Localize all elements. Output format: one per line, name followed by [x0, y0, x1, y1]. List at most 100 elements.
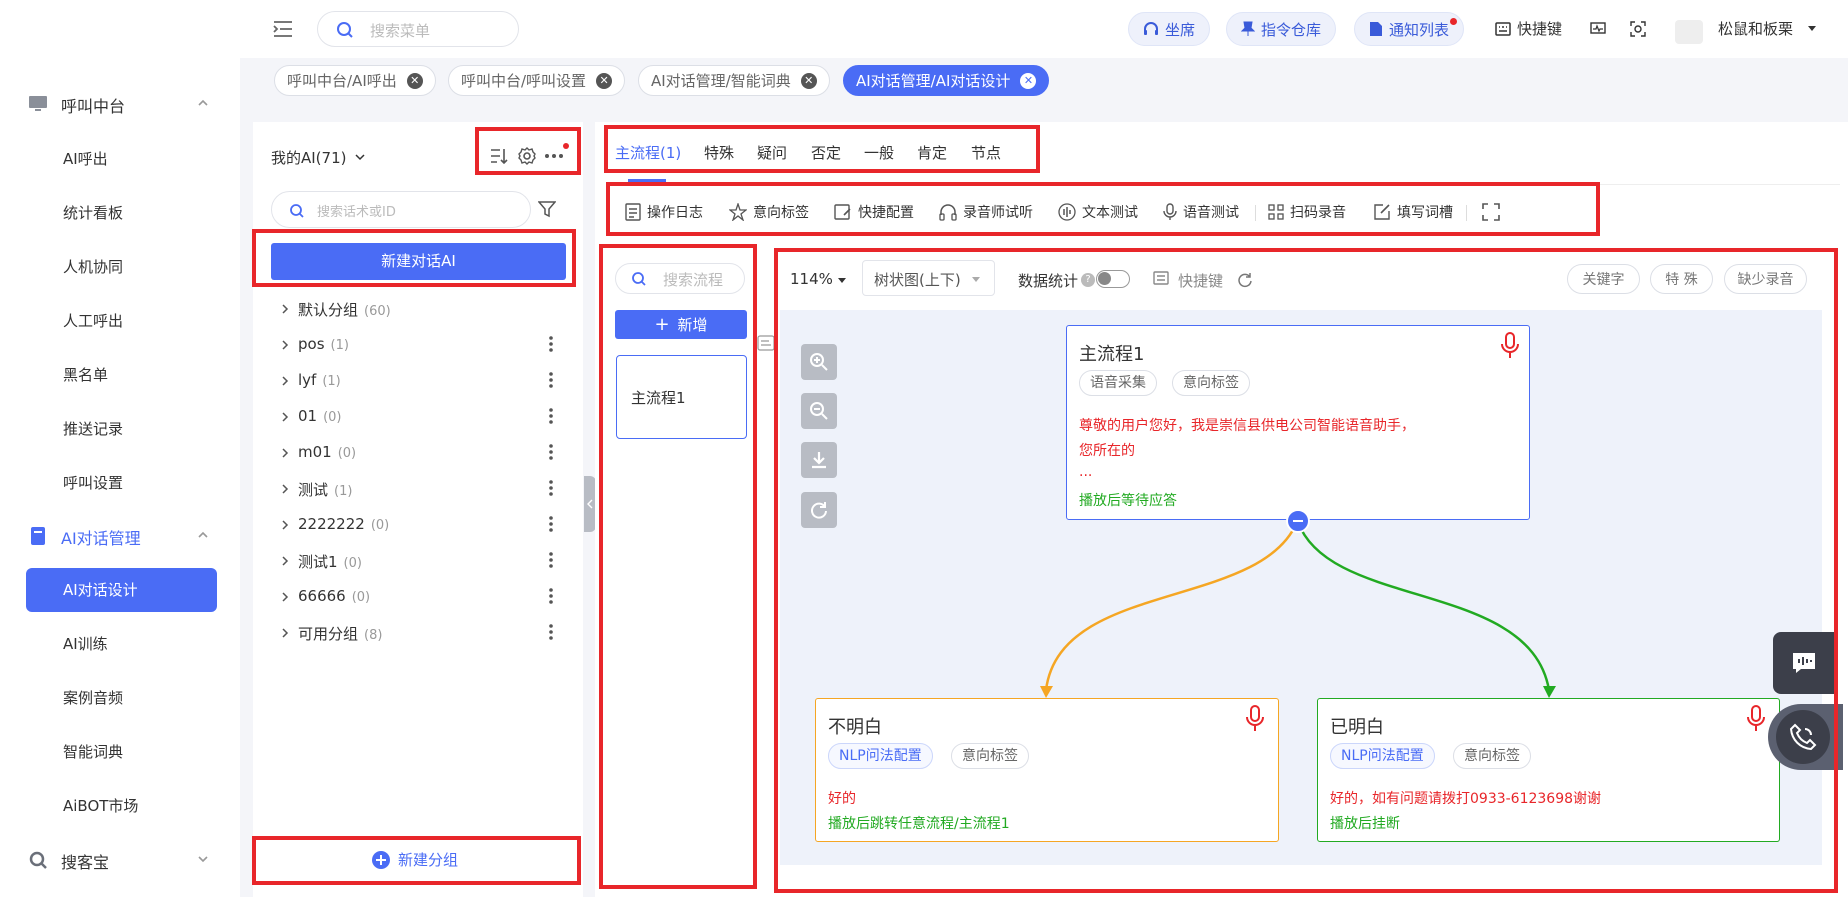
service-float-button[interactable]	[1768, 704, 1843, 770]
more-vertical-icon[interactable]	[548, 406, 554, 426]
group-row[interactable]: lyf (1)	[280, 367, 570, 397]
seat-button[interactable]: 坐席	[1128, 12, 1211, 46]
text-test-button[interactable]: 文本测试	[1058, 202, 1138, 222]
group-row[interactable]: 测试 (1)	[280, 475, 570, 505]
chat-float-button[interactable]	[1773, 632, 1835, 694]
menu-item-blacklist[interactable]: 黑名单	[26, 353, 217, 397]
refresh-icon[interactable]	[1237, 272, 1253, 288]
special-button[interactable]: 特 殊	[1650, 264, 1713, 294]
my-ai-title[interactable]: 我的AI(71)	[271, 147, 346, 168]
caret-down-icon[interactable]	[1807, 25, 1817, 33]
caret-down-icon[interactable]	[837, 277, 847, 284]
menu-item-manual-call[interactable]: 人工呼出	[26, 299, 217, 343]
recorder-preview-button[interactable]: 录音师试听	[939, 202, 1033, 222]
new-group-button[interactable]: 新建分组	[372, 849, 458, 870]
group-row[interactable]: m01 (0)	[280, 439, 570, 469]
menu-item-push-record[interactable]: 推送记录	[26, 407, 217, 451]
ai-search-input[interactable]: 搜索话术或ID	[271, 191, 531, 228]
tab-general[interactable]: 一般	[864, 142, 894, 163]
more-vertical-icon[interactable]	[548, 514, 554, 534]
view-mode-select[interactable]: 树状图(上下)	[862, 260, 995, 296]
operation-log-button[interactable]: 操作日志	[625, 202, 703, 222]
monitor-pulse-icon[interactable]	[1590, 21, 1606, 37]
scan-record-button[interactable]: 扫码录音	[1268, 202, 1346, 222]
flow-search-input[interactable]: 搜索流程	[615, 263, 745, 294]
notify-button[interactable]: 通知列表	[1354, 12, 1465, 46]
microphone-icon[interactable]	[1500, 332, 1520, 360]
tab-ai-dialog-design[interactable]: AI对话管理/AI对话设计 ✕	[843, 65, 1050, 96]
intent-tag-chip[interactable]: 意向标签	[1453, 743, 1531, 769]
zoom-in-button[interactable]	[801, 344, 837, 380]
tab-question[interactable]: 疑问	[757, 142, 787, 163]
sort-icon[interactable]	[489, 146, 509, 166]
new-ai-button[interactable]: 新建对话AI	[271, 243, 566, 280]
menu-item-call-settings[interactable]: 呼叫设置	[26, 461, 217, 505]
microphone-icon[interactable]	[1245, 705, 1265, 733]
menu-item-ai-call-out[interactable]: AI呼出	[26, 137, 217, 181]
more-vertical-icon[interactable]	[548, 550, 554, 570]
more-vertical-icon[interactable]	[548, 586, 554, 606]
menu-item-stats-board[interactable]: 统计看板	[26, 191, 217, 235]
menu-item-human-machine[interactable]: 人机协同	[26, 245, 217, 289]
menu-item-smart-dictionary[interactable]: 智能词典	[26, 730, 217, 774]
zoom-out-button[interactable]	[801, 393, 837, 429]
microphone-icon[interactable]	[1746, 705, 1766, 733]
nlp-config-chip[interactable]: NLP问法配置	[1330, 743, 1435, 769]
menu-group-call-center[interactable]: 呼叫中台	[0, 82, 240, 126]
download-button[interactable]	[801, 442, 837, 478]
menu-item-ai-dialog-design[interactable]: AI对话设计	[26, 568, 217, 612]
more-vertical-icon[interactable]	[548, 622, 554, 642]
chevron-down-icon[interactable]	[355, 153, 365, 161]
avatar[interactable]	[1675, 20, 1703, 44]
keyword-button[interactable]: 关键字	[1567, 264, 1640, 294]
add-flow-button[interactable]: + 新增	[615, 310, 747, 339]
user-name[interactable]: 松鼠和板栗	[1718, 18, 1793, 39]
tab-call-settings[interactable]: 呼叫中台/呼叫设置 ✕	[448, 65, 626, 96]
tab-negative[interactable]: 否定	[811, 142, 841, 163]
flow-node-understood[interactable]: 已明白 NLP问法配置 意向标签 好的，如有问题请拨打0933-6123698谢…	[1317, 698, 1780, 842]
more-vertical-icon[interactable]	[548, 334, 554, 354]
gear-icon[interactable]	[517, 146, 537, 166]
quick-config-button[interactable]: 快捷配置	[834, 202, 914, 222]
group-row[interactable]: 66666 (0)	[280, 583, 570, 613]
data-stats-toggle[interactable]	[1096, 270, 1130, 288]
fullscreen-icon[interactable]	[1482, 203, 1500, 221]
voice-collect-chip[interactable]: 语音采集	[1079, 370, 1157, 396]
menu-item-case-audio[interactable]: 案例音频	[26, 676, 217, 720]
group-row[interactable]: 测试1 (0)	[280, 547, 570, 577]
group-row[interactable]: 默认分组 (60)	[280, 295, 570, 325]
voice-test-button[interactable]: 语音测试	[1163, 202, 1239, 222]
filter-icon[interactable]	[538, 200, 556, 218]
screenshot-icon[interactable]	[1630, 21, 1646, 37]
group-row[interactable]: pos (1)	[280, 331, 570, 361]
intent-tag-chip[interactable]: 意向标签	[1172, 370, 1250, 396]
flow-node-main[interactable]: 主流程1 语音采集 意向标签 尊敬的用户您好，我是崇信县供电公司智能语音助手， …	[1066, 325, 1530, 520]
command-button[interactable]: 指令仓库	[1226, 12, 1337, 46]
tab-smart-dictionary[interactable]: AI对话管理/智能词典 ✕	[638, 65, 830, 96]
tab-node[interactable]: 节点	[971, 142, 1001, 163]
reset-view-button[interactable]	[801, 492, 837, 528]
group-row[interactable]: 01 (0)	[280, 403, 570, 433]
close-icon[interactable]: ✕	[406, 72, 423, 89]
menu-fold-icon[interactable]	[272, 19, 294, 39]
nlp-config-chip[interactable]: NLP问法配置	[828, 743, 933, 769]
zoom-level[interactable]: 114%	[790, 270, 833, 288]
hotkey-button[interactable]: 快捷键	[1495, 18, 1562, 39]
menu-item-ai-training[interactable]: AI训练	[26, 622, 217, 666]
menu-item-aibot-market[interactable]: AiBOT市场	[26, 784, 217, 828]
close-icon[interactable]: ✕	[1020, 72, 1037, 89]
close-icon[interactable]: ✕	[596, 72, 613, 89]
menu-search-input[interactable]: 搜索菜单	[317, 11, 519, 47]
close-icon[interactable]: ✕	[800, 72, 817, 89]
intent-tag-button[interactable]: 意向标签	[729, 202, 809, 222]
group-row[interactable]: 可用分组 (8)	[280, 619, 570, 649]
tab-positive[interactable]: 肯定	[917, 142, 947, 163]
help-icon[interactable]: ?	[1081, 273, 1095, 287]
canvas-hotkey-button[interactable]: 快捷键	[1178, 270, 1223, 291]
more-icon[interactable]	[544, 153, 564, 159]
menu-group-ai-dialog[interactable]: AI对话管理	[0, 514, 240, 558]
expand-panel-icon[interactable]	[757, 335, 775, 351]
tab-main-flow[interactable]: 主流程(1)	[615, 142, 681, 163]
tab-special[interactable]: 特殊	[704, 142, 734, 163]
flow-item[interactable]: 主流程1	[616, 355, 747, 439]
